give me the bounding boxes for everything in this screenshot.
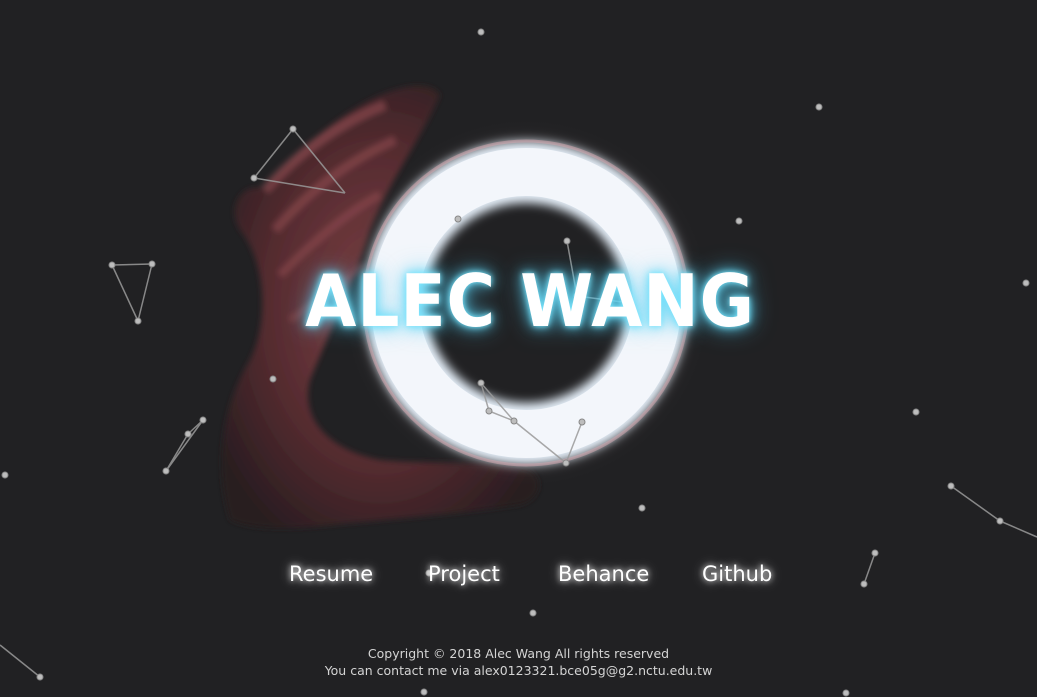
nav-link-resume[interactable]: Resume	[289, 562, 373, 586]
site-title: ALEC WANG	[305, 259, 755, 343]
contact-text: You can contact me via alex0123321.bce05…	[324, 663, 713, 678]
particle-dot	[815, 103, 823, 111]
particle-dot	[454, 215, 462, 223]
footer: Copyright © 2018 Alec Wang All rights re…	[0, 645, 1037, 679]
main-nav: Resume Project Behance Github	[0, 562, 1037, 594]
particle-dot	[871, 549, 879, 557]
nav-link-project[interactable]: Project	[428, 562, 500, 586]
nav-link-github[interactable]: Github	[702, 562, 772, 586]
particle-dot	[1022, 279, 1030, 287]
particle-dot	[485, 407, 493, 415]
particle-dot	[947, 482, 955, 490]
particle-dot	[250, 174, 258, 182]
copyright-text: Copyright © 2018 Alec Wang All rights re…	[367, 646, 670, 661]
particle-dot	[199, 416, 207, 424]
particle-dot	[563, 237, 571, 245]
particle-dot	[842, 689, 850, 697]
particle-dot	[477, 28, 485, 36]
particle-dot	[562, 459, 570, 467]
particle-dot	[912, 408, 920, 416]
particle-dot	[996, 517, 1004, 525]
particle-dot	[735, 217, 743, 225]
particle-dot	[162, 467, 170, 475]
page: ALEC WANG Resume Project Behance Github …	[0, 0, 1037, 697]
particle-dot	[1, 471, 9, 479]
particle-dot	[477, 379, 485, 387]
particle-dot	[184, 430, 192, 438]
particle-dot	[510, 417, 518, 425]
nav-link-behance[interactable]: Behance	[558, 562, 649, 586]
particle-dot	[529, 609, 537, 617]
particle-dot	[638, 504, 646, 512]
particle-dot	[578, 418, 586, 426]
particle-dot	[269, 375, 277, 383]
particle-dot	[289, 125, 297, 133]
particle-dot	[420, 688, 428, 696]
